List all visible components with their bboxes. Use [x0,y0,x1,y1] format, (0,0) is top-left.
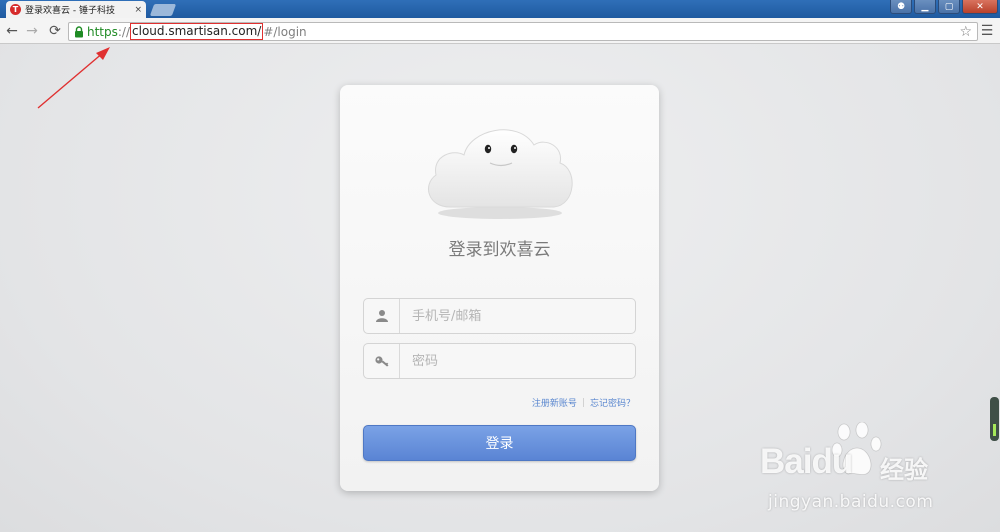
tab-title: 登录欢喜云 - 锤子科技 [25,6,115,16]
smartisan-favicon-icon: T [10,4,21,15]
side-scroll-indicator[interactable] [990,397,999,441]
password-input[interactable] [400,345,635,377]
user-icon [364,299,400,333]
page-title: 登录到欢喜云 [448,240,551,260]
browser-tab[interactable]: T 登录欢喜云 - 锤子科技 × [6,1,146,18]
bookmark-star-icon[interactable]: ☆ [959,23,972,41]
lock-icon [71,25,87,38]
user-profile-button[interactable]: ⚉ [890,0,912,14]
window-controls: ⚉ ▁ ▢ ✕ [890,0,998,14]
page-viewport: 登录到欢喜云 注册新账号 | 忘记密码？ [0,44,1000,532]
scroll-indicator-bar [993,424,996,436]
tab-close-icon[interactable]: × [134,5,142,15]
minimize-button[interactable]: ▁ [914,0,936,14]
annotation-arrow-icon [37,47,110,109]
browser-toolbar: ← → ⟳ https :// cloud.smartisan.com/ #/l… [0,18,1000,44]
register-link[interactable]: 注册新账号 [532,396,577,409]
phone-email-input[interactable] [400,300,635,332]
phone-email-field [363,298,636,334]
url-scheme: https [87,24,118,39]
url-path: #/login [263,24,307,39]
forward-button[interactable]: → [23,22,41,40]
reload-button[interactable]: ⟳ [46,22,64,40]
browser-titlebar: T 登录欢喜云 - 锤子科技 × ⚉ ▁ ▢ ✕ [0,0,1000,18]
forgot-password-link[interactable]: 忘记密码？ [590,396,635,409]
watermark-jingyan: 经验 [880,456,928,484]
back-button[interactable]: ← [3,22,21,40]
baidu-jingyan-watermark: Baidu 经验 jingyan.baidu.com [758,422,958,528]
url-separator: :// [117,24,131,39]
maximize-button[interactable]: ▢ [938,0,960,14]
password-field [363,343,636,379]
watermark-brand: Baidu [760,442,853,481]
address-bar[interactable]: https :// cloud.smartisan.com/ #/login ☆ [68,22,978,41]
key-icon [364,344,400,378]
close-window-button[interactable]: ✕ [962,0,998,14]
login-card: 登录到欢喜云 注册新账号 | 忘记密码？ [340,85,659,491]
link-divider: | [581,397,585,408]
url-host: cloud.smartisan.com/ [130,23,264,40]
browser-menu-icon[interactable]: ☰ [979,22,995,40]
login-button[interactable]: 登录 [363,425,636,461]
cloud-mascot-icon [427,129,573,219]
new-tab-button[interactable] [149,4,177,16]
watermark-url: jingyan.baidu.com [768,492,934,512]
account-links: 注册新账号 | 忘记密码？ [532,396,635,410]
